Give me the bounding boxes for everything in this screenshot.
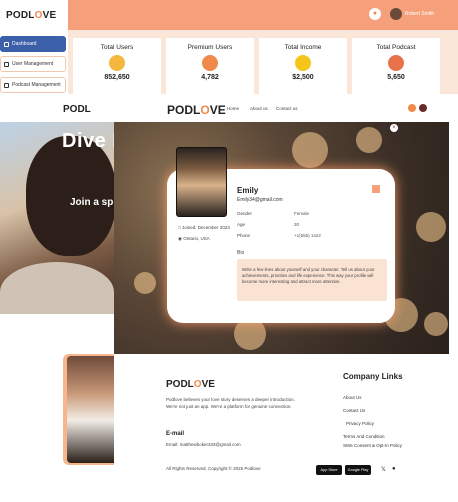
site-logo[interactable]: PODLOVE [167,103,226,117]
dashboard-icon [4,41,9,47]
sidebar-item-dashboard[interactable]: Dashboard [0,36,66,52]
hero-person-head [26,136,114,256]
profile-email: Emily34@gmail.com [237,197,283,203]
site-logo-prefix: PODL [167,103,201,117]
admin-logo-suffix: VE [42,9,57,21]
site-logo-prefix: PODL [63,104,91,115]
avatar [390,8,402,20]
footer-logo-suffix: VE [201,379,215,390]
bokeh-light [292,132,328,168]
coin-icon [295,55,311,71]
admin-user-menu[interactable]: Robert Smith [390,8,434,20]
admin-logo-prefix: P [6,9,13,21]
avatar[interactable] [419,104,427,112]
bokeh-light [424,312,448,336]
phone-label: Phone [237,233,251,238]
footer-description: Podlove believes your love story deserve… [166,397,295,410]
footer-link-about-us[interactable]: About Us [343,395,362,400]
stat-card-total-income: Total Income $2,500 [259,38,347,94]
site-logo-suffix: VE [209,103,226,117]
joined-text: Joined: December 2023 [181,225,230,230]
stat-card-total-podcast: Total Podcast 5,650 [352,38,440,94]
google-play-button[interactable]: Google Play [345,465,371,475]
app-store-button[interactable]: App Store [316,465,342,475]
footer-logo-o: O [193,379,202,390]
sidebar-item-user-management[interactable]: User Management [0,56,66,72]
footer-logo[interactable]: PODLOVE [166,379,215,390]
phone-value: +1(555) 1422 [294,233,321,238]
age-label: Age [237,222,246,227]
gender-label: Gender [237,211,253,216]
footer-email[interactable]: Email: matthewboker333@gmail.com [166,442,241,447]
footer-link-sms-consent[interactable]: SMS Consent & Opt-In Policy [343,443,402,448]
hero-subtitle: Join a sp [70,197,114,208]
mic-icon [388,55,404,71]
admin-logo-mid: ODL [12,9,35,21]
sidebar-item-podcast-management[interactable]: Podcast Management [0,77,66,93]
hero-title: Dive I [62,130,119,152]
bokeh-light [356,127,382,153]
stat-value: 4,782 [201,74,219,81]
footer-link-privacy-policy[interactable]: Privacy Policy [346,421,374,426]
sidebar-item-label: Podcast Management [12,82,61,88]
stat-label: Total Users [100,44,134,51]
footer-link-terms[interactable]: Terms And Condition [343,434,385,439]
profile-location: ◉ Ontario, USA [178,236,210,242]
edit-icon[interactable] [372,185,380,193]
stat-value: $2,500 [292,74,314,81]
users-icon [4,61,9,67]
footer-link-contact-us[interactable]: Contact Us [343,408,365,413]
bio-label: Bio [237,250,245,256]
admin-user-name: Robert Smith [405,11,435,17]
age-value: 30 [294,222,300,227]
gender-value: Female [294,211,310,216]
admin-logo-o: O [34,9,43,21]
nav-about-us[interactable]: About us [250,106,268,111]
stat-card-premium-users: Premium Users 4,782 [166,38,254,94]
bokeh-light [416,212,446,242]
footer [114,354,458,502]
stat-value: 852,650 [104,74,130,81]
stat-card-total-users: Total Users 852,650 [73,38,161,94]
notification-icon[interactable] [408,104,416,112]
site-logo-fragment[interactable]: PODL [63,104,91,115]
stat-value: 5,650 [387,74,405,81]
profile-joined: □ Joined: December 2023 [178,225,230,230]
stat-label: Total Income [284,44,322,51]
premium-icon [202,55,218,71]
close-icon[interactable]: × [390,124,398,132]
company-links-heading: Company Links [343,372,403,381]
site-logo-o: O [200,103,210,117]
couple-image [67,356,114,463]
bio-text: Write a few lines about yourself and you… [237,259,387,301]
sidebar-item-label: Dashboard [12,41,37,47]
site-navbar: PODL PODLOVE Home About us Contact us [57,96,458,122]
sidebar-item-label: User Management [12,61,54,67]
hero-person-shirt [0,262,114,314]
nav-contact-us[interactable]: Contact us [276,106,298,111]
users-icon [109,55,125,71]
bell-icon[interactable]: ● [369,8,381,20]
profile-photo [176,147,227,217]
location-text: Ontario, USA [183,236,210,241]
profile-name: Emily [237,186,259,195]
nav-home[interactable]: Home [227,106,239,111]
x-icon[interactable]: 𝕏 [381,466,386,473]
stat-label: Premium Users [187,44,233,51]
footer-logo-prefix: PODL [166,379,194,390]
stat-label: Total Podcast [376,44,416,51]
footer-copyright: All Rights Reserved, Copyright © 2025 Po… [166,466,261,471]
footer-email-heading: E-mail [166,431,185,437]
social-icon[interactable]: ● [392,466,396,472]
bokeh-light [134,272,156,294]
admin-logo[interactable]: P ODL O VE [0,0,68,30]
podcast-icon [4,82,9,88]
